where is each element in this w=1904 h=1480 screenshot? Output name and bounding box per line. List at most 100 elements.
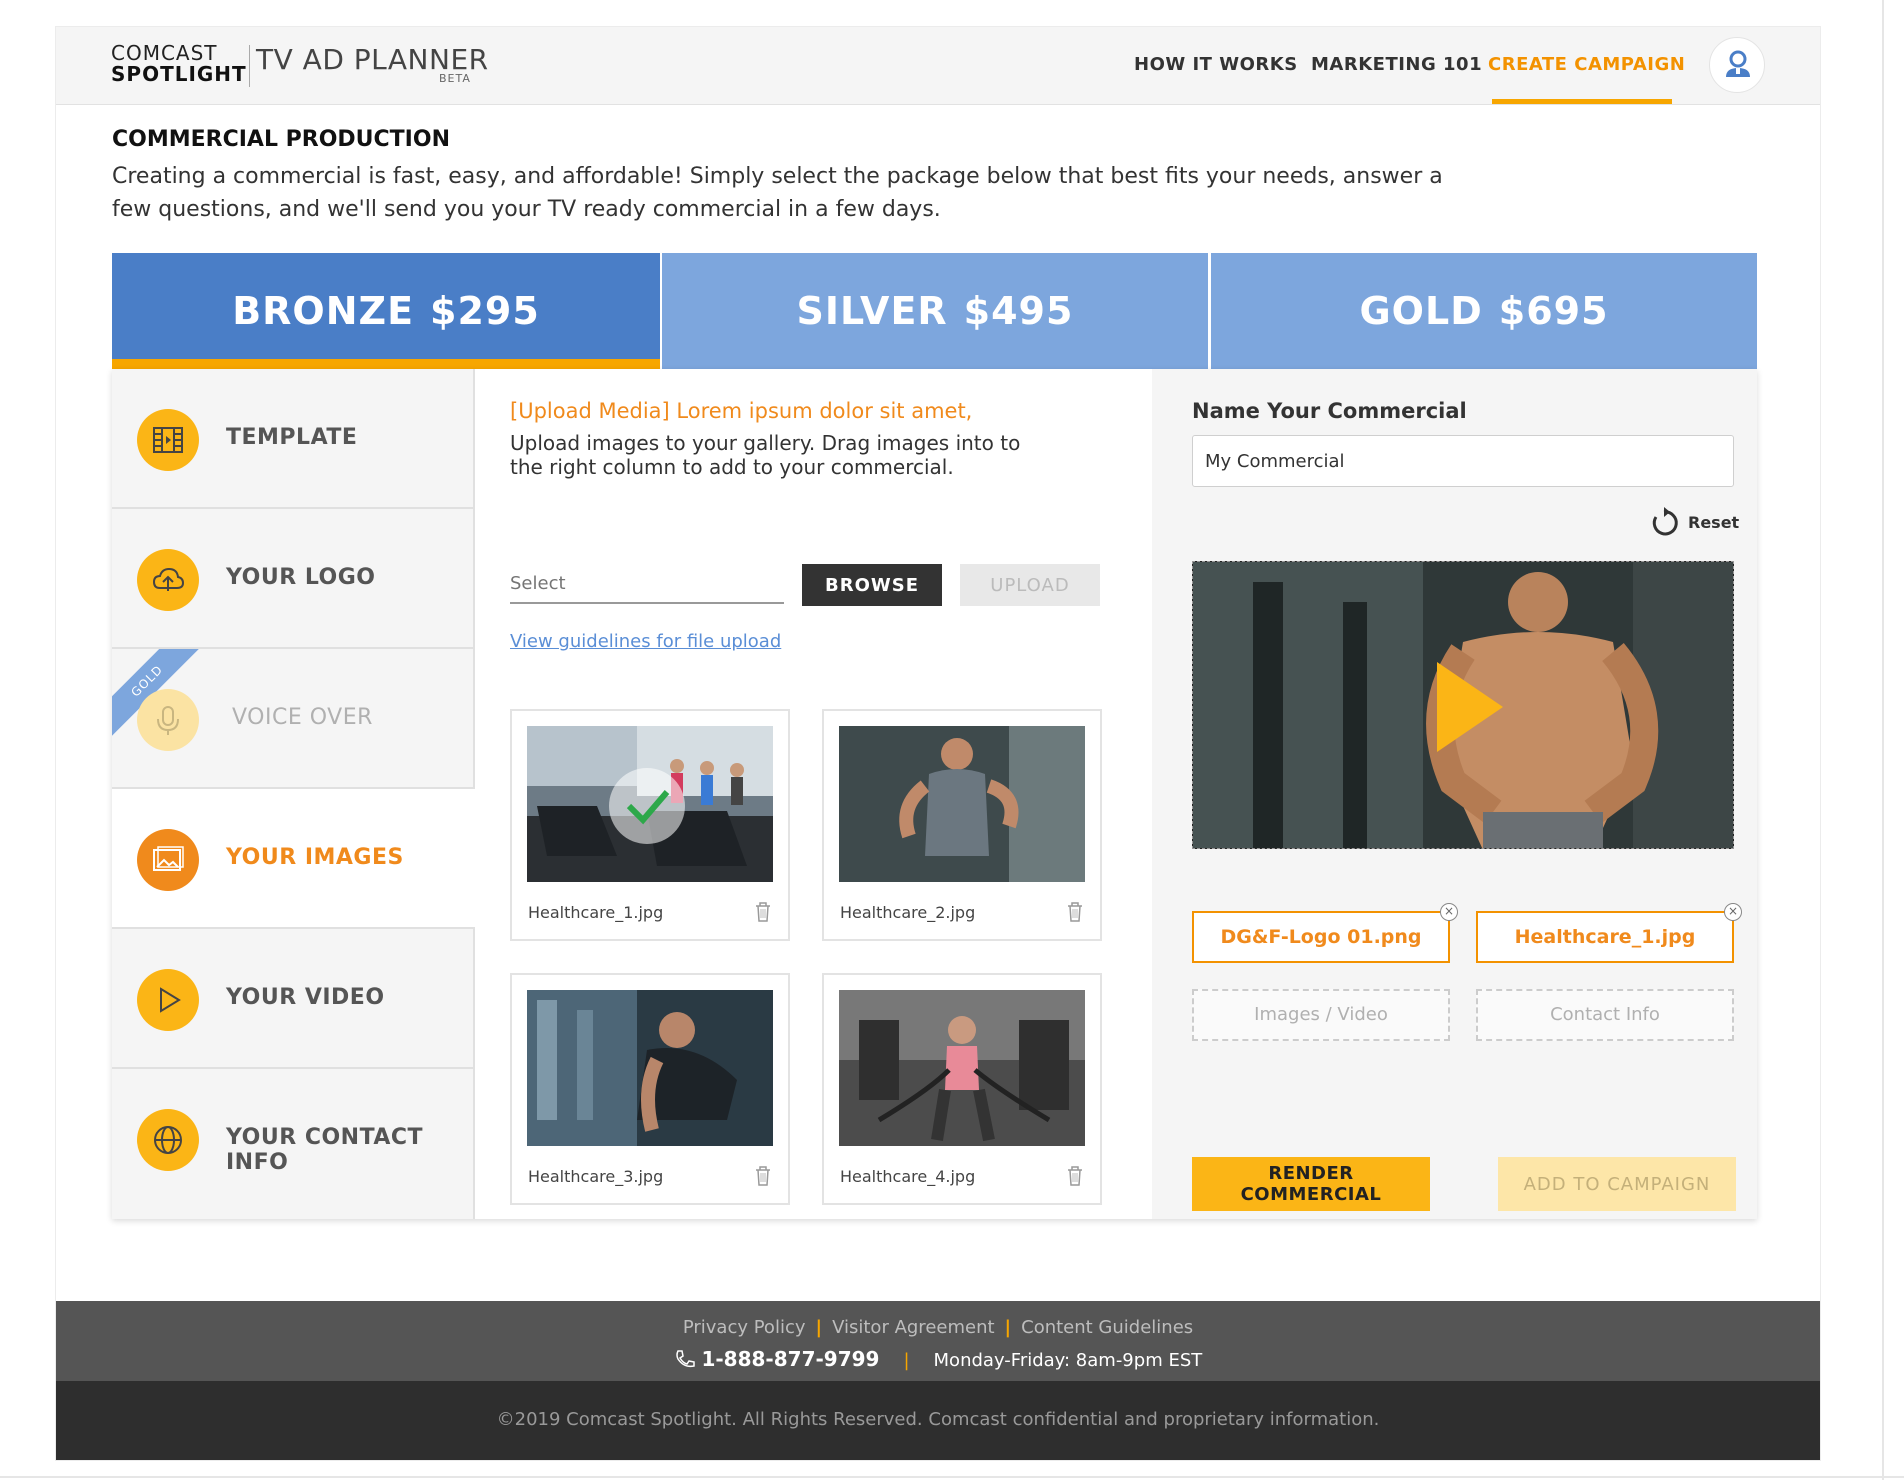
step-logo-badge: [137, 549, 199, 611]
gallery-image[interactable]: [839, 726, 1085, 882]
tab-active-indicator: [112, 359, 660, 369]
file-select-input[interactable]: [510, 564, 784, 604]
step-images-label: YOUR IMAGES: [226, 845, 404, 870]
browse-button[interactable]: BROWSE: [802, 564, 942, 606]
brand-line-2: SPOTLIGHT: [111, 62, 247, 86]
dumbbell-photo: [527, 990, 773, 1146]
trash-icon[interactable]: [754, 1165, 772, 1187]
upload-heading: [Upload Media] Lorem ipsum dolor sit ame…: [510, 399, 973, 423]
gallery-filename: Healthcare_3.jpg: [528, 1167, 664, 1186]
step-voice-over: GOLD VOICE OVER: [112, 649, 475, 789]
footer-sep: |: [903, 1350, 910, 1371]
tab-gold-name: GOLD: [1359, 289, 1483, 333]
beta-badge: BETA: [439, 72, 471, 85]
gallery-item[interactable]: Healthcare_4.jpg: [822, 973, 1102, 1205]
content-guidelines-link[interactable]: Content Guidelines: [1021, 1317, 1193, 1338]
upload-button[interactable]: UPLOAD: [960, 564, 1100, 606]
close-icon[interactable]: ×: [1440, 903, 1458, 921]
page-description: Creating a commercial is fast, easy, and…: [112, 164, 1443, 222]
tab-gold-price: $695: [1498, 289, 1609, 333]
gallery-item[interactable]: Healthcare_3.jpg: [510, 973, 790, 1205]
step-list: TEMPLATE YOUR LOGO GOLD VOICE OVER YOUR …: [112, 369, 476, 1219]
tab-gold[interactable]: GOLD $695: [1211, 253, 1757, 369]
footer-hours: Monday-Friday: 8am-9pm EST: [933, 1350, 1203, 1371]
page-title: COMMERCIAL PRODUCTION: [112, 127, 450, 152]
guidelines-link[interactable]: View guidelines for file upload: [510, 631, 781, 652]
add-to-campaign-button[interactable]: ADD TO CAMPAIGN: [1498, 1157, 1736, 1211]
reset-button[interactable]: Reset: [1648, 507, 1740, 537]
nav-how-it-works[interactable]: HOW IT WORKS: [1134, 54, 1298, 75]
logo-divider: [249, 45, 250, 87]
gallery-image[interactable]: [527, 990, 773, 1146]
gallery-item[interactable]: Healthcare_1.jpg: [510, 709, 790, 941]
step-contact-badge: [137, 1109, 199, 1171]
selected-logo-chip[interactable]: DG&F-Logo 01.png ×: [1192, 903, 1458, 963]
trash-icon[interactable]: [1066, 1165, 1084, 1187]
step-contact-info[interactable]: YOUR CONTACT INFO: [112, 1069, 475, 1219]
gallery-image[interactable]: [527, 726, 773, 882]
step-voice-label: VOICE OVER: [232, 705, 373, 730]
film-icon: [153, 427, 183, 453]
commercial-builder: Name Your Commercial Reset: [1152, 369, 1757, 1219]
step-your-images[interactable]: YOUR IMAGES: [112, 789, 475, 929]
tab-silver-name: SILVER: [796, 289, 948, 333]
brand-logo[interactable]: COMCAST SPOTLIGHT: [111, 41, 247, 89]
tab-bronze[interactable]: BRONZE $295: [112, 253, 660, 369]
step-images-badge: [137, 829, 199, 891]
phone-icon: [675, 1350, 695, 1368]
tab-bronze-price: $295: [430, 289, 540, 333]
selected-image-chip[interactable]: Healthcare_1.jpg ×: [1476, 903, 1742, 963]
commercial-name-input[interactable]: [1192, 435, 1734, 487]
visitor-agreement-link[interactable]: Visitor Agreement: [832, 1317, 994, 1338]
window-edge-bottom: [0, 1476, 1904, 1478]
tab-silver[interactable]: SILVER $495: [662, 253, 1208, 369]
gallery-item[interactable]: Healthcare_2.jpg: [822, 709, 1102, 941]
trash-icon[interactable]: [1066, 901, 1084, 923]
images-icon: [153, 846, 184, 871]
upload-description: Upload images to your gallery. Drag imag…: [510, 431, 1021, 479]
reset-label: Reset: [1688, 513, 1740, 532]
footer-phone[interactable]: 1-888-877-9799: [701, 1347, 879, 1371]
privacy-policy-link[interactable]: Privacy Policy: [683, 1317, 806, 1338]
gallery-filename: Healthcare_4.jpg: [840, 1167, 976, 1186]
brand-line-1: COMCAST: [111, 41, 218, 65]
tab-bronze-name: BRONZE: [232, 289, 415, 333]
user-avatar[interactable]: [1709, 37, 1765, 93]
trash-icon[interactable]: [754, 901, 772, 923]
nav-create-campaign[interactable]: CREATE CAMPAIGN: [1488, 54, 1685, 75]
images-video-slot[interactable]: Images / Video: [1192, 989, 1450, 1041]
user-icon: [1726, 50, 1750, 77]
footer-top: Privacy Policy | Visitor Agreement | Content…: [56, 1301, 1820, 1381]
battle-rope-photo: [839, 990, 1085, 1146]
step-your-logo[interactable]: YOUR LOGO: [112, 509, 475, 649]
close-icon[interactable]: ×: [1724, 903, 1742, 921]
tab-silver-price: $495: [963, 289, 1074, 333]
footer-bottom: ©2019 Comcast Spotlight. All Rights Rese…: [56, 1381, 1820, 1460]
step-template-label: TEMPLATE: [226, 425, 358, 450]
step-template-badge: [137, 409, 199, 471]
play-icon: [160, 987, 181, 1013]
step-video-badge: [137, 969, 199, 1031]
gallery-image[interactable]: [839, 990, 1085, 1146]
bodybuilder-photo: [1193, 562, 1733, 848]
top-header: COMCAST SPOTLIGHT TV AD PLANNER BETA HOW…: [56, 27, 1820, 105]
chip-logo-label: DG&F-Logo 01.png: [1220, 926, 1422, 948]
copyright: ©2019 Comcast Spotlight. All Rights Rese…: [496, 1409, 1380, 1430]
nav-marketing-101[interactable]: MARKETING 101: [1311, 54, 1482, 75]
upload-column: [Upload Media] Lorem ipsum dolor sit ame…: [476, 369, 1152, 1219]
contact-info-slot[interactable]: Contact Info: [1476, 989, 1734, 1041]
commercial-name-label: Name Your Commercial: [1192, 399, 1467, 423]
step-template[interactable]: TEMPLATE: [112, 369, 475, 509]
step-your-video[interactable]: YOUR VIDEO: [112, 929, 475, 1069]
step-logo-label: YOUR LOGO: [226, 565, 376, 590]
footer-contact: 1-888-877-9799 | Monday-Friday: 8am-9pm ES…: [56, 1347, 1820, 1371]
video-preview[interactable]: [1192, 561, 1734, 849]
step-voice-badge: [137, 689, 199, 751]
gallery-filename: Healthcare_1.jpg: [528, 903, 664, 922]
footer-links: Privacy Policy | Visitor Agreement | Content…: [56, 1317, 1820, 1338]
app-frame: COMCAST SPOTLIGHT TV AD PLANNER BETA HOW…: [56, 27, 1820, 1460]
footer-sep: |: [1004, 1317, 1012, 1338]
step-contact-label: YOUR CONTACT INFO: [226, 1125, 424, 1175]
render-commercial-button[interactable]: RENDER COMMERCIAL: [1192, 1157, 1430, 1211]
step-video-label: YOUR VIDEO: [226, 985, 385, 1010]
